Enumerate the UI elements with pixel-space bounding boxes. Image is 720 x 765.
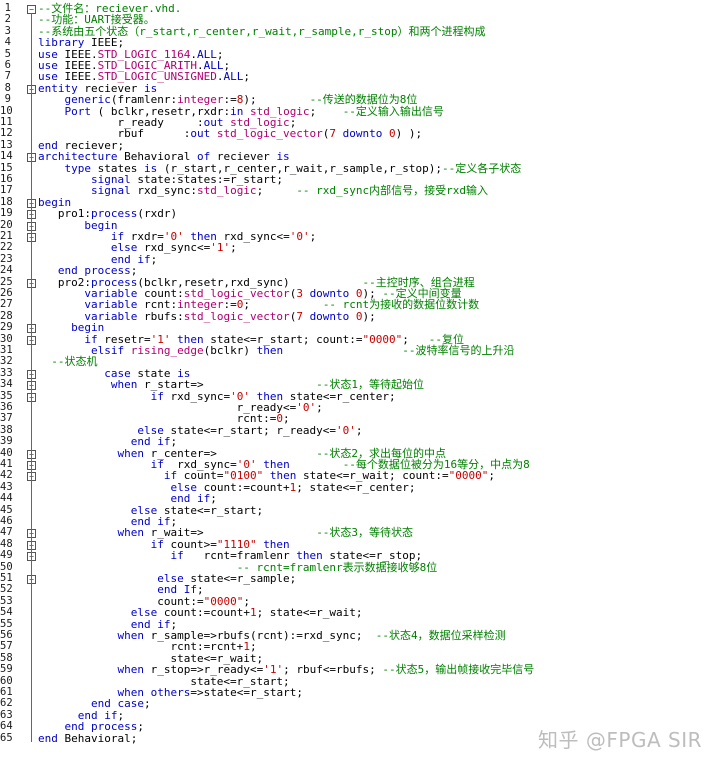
code-token: --状态5，输出帧接收完毕信号 bbox=[382, 663, 535, 677]
code-token: ; rbuf<=rbufs; bbox=[283, 663, 383, 677]
code-token: 0 bbox=[355, 309, 363, 323]
code-token: ; state<=r_center; bbox=[296, 480, 416, 494]
code-token: ALL bbox=[223, 70, 244, 84]
code-token: others bbox=[150, 686, 191, 699]
code-token: downto bbox=[309, 309, 356, 323]
code-token: --状态4，数据位采样检测 bbox=[375, 629, 506, 642]
code-editor[interactable]: 1 2 3 4 5 6 7 8 9 10 11 12 13 14 15 16 17 18 19 20 21 22 23 24 2… bbox=[0, 0, 720, 765]
code-token: (bclkr) bbox=[203, 344, 257, 357]
line-number: 19 bbox=[0, 207, 13, 220]
code-token: --状态3，等待状态 bbox=[316, 526, 414, 540]
code-area[interactable]: --文件名：reciever.vhd. --功能：UART接受器。 --系统由五个状… bbox=[38, 0, 720, 765]
code-token: '0' bbox=[296, 401, 317, 414]
code-line[interactable]: end Behavioral; bbox=[38, 731, 138, 745]
code-token: ; bbox=[230, 241, 237, 255]
code-token: ; bbox=[309, 230, 317, 243]
code-token: std_logic_vector bbox=[216, 127, 323, 141]
code-token: ; bbox=[256, 184, 297, 198]
fold-guide bbox=[31, 13, 32, 742]
code-token: ; bbox=[316, 401, 323, 414]
line-number: 39 bbox=[0, 435, 13, 448]
code-token: ; bbox=[355, 423, 363, 437]
line-number: 34 bbox=[0, 378, 13, 391]
code-token: then bbox=[256, 344, 284, 357]
code-token: (rxdr) bbox=[137, 207, 178, 221]
code-token: rxd_sync: bbox=[137, 184, 197, 198]
code-token: rbufs: bbox=[143, 309, 184, 323]
code-token: downto bbox=[342, 127, 390, 141]
code-token: state<=r_start; r_ready<= bbox=[170, 423, 337, 437]
code-token: end bbox=[38, 731, 65, 745]
line-number: 49 bbox=[0, 549, 13, 562]
line-number: 9 bbox=[4, 93, 11, 106]
code-token: ; bbox=[488, 469, 496, 483]
code-token: '0' bbox=[289, 230, 310, 243]
code-token: -- rxd_sync内部信号，接受rxd输入 bbox=[296, 184, 489, 198]
line-number: 59 bbox=[0, 663, 13, 676]
code-token: rising_edge bbox=[130, 344, 204, 357]
code-token: '1' bbox=[210, 241, 231, 255]
code-token: "0000" bbox=[448, 469, 489, 483]
code-token: ) ); bbox=[395, 127, 423, 141]
code-token: state<=r_sample; bbox=[190, 572, 297, 585]
code-token: state<=r_start; bbox=[163, 503, 264, 517]
code-token: ; bbox=[150, 252, 158, 266]
code-token: =>state<=r_start; bbox=[190, 686, 303, 699]
code-line[interactable]: elsif rising_edge(bclkr) then --波特率信号的上升… bbox=[38, 345, 515, 356]
watermark: 知乎 @FPGA SIR bbox=[538, 728, 702, 752]
line-number: 29 bbox=[0, 321, 13, 334]
code-token: ; bbox=[143, 697, 151, 711]
code-token: 0 bbox=[389, 127, 396, 141]
code-token: ; bbox=[309, 104, 343, 118]
code-token: --定义各子状态 bbox=[442, 161, 522, 175]
line-number: 24 bbox=[0, 264, 13, 277]
line-number: 54 bbox=[0, 606, 13, 619]
line-number: 65 bbox=[0, 731, 13, 744]
code-token: out bbox=[190, 127, 217, 141]
code-token: '0' bbox=[336, 423, 356, 437]
code-token: --波特率信号的上升沿 bbox=[402, 344, 515, 357]
code-token: signal bbox=[90, 184, 138, 198]
line-number: 44 bbox=[0, 492, 13, 505]
code-token: std_logic_vector bbox=[183, 309, 290, 323]
line-number: 14 bbox=[0, 150, 13, 163]
code-token: ; state<=r_wait; bbox=[256, 606, 363, 620]
code-token: ; bbox=[137, 720, 144, 734]
code-token: --定义输入输出信号 bbox=[342, 104, 444, 118]
code-token: ); bbox=[362, 309, 376, 323]
code-token: 7 bbox=[296, 309, 303, 323]
line-number: 4 bbox=[4, 36, 11, 49]
code-token: ; bbox=[243, 70, 250, 84]
code-line[interactable]: signal rxd_sync:std_logic; -- rxd_sync内部… bbox=[38, 185, 488, 196]
code-token: 1 bbox=[249, 606, 257, 620]
code-token: std_logic bbox=[196, 184, 257, 198]
line-number: 64 bbox=[0, 720, 13, 733]
code-token: Behavioral; bbox=[64, 731, 138, 745]
line-number-gutter: 1 2 3 4 5 6 7 8 9 10 11 12 13 14 15 16 17 18 19 20 21 22 23 24 2… bbox=[0, 0, 36, 765]
